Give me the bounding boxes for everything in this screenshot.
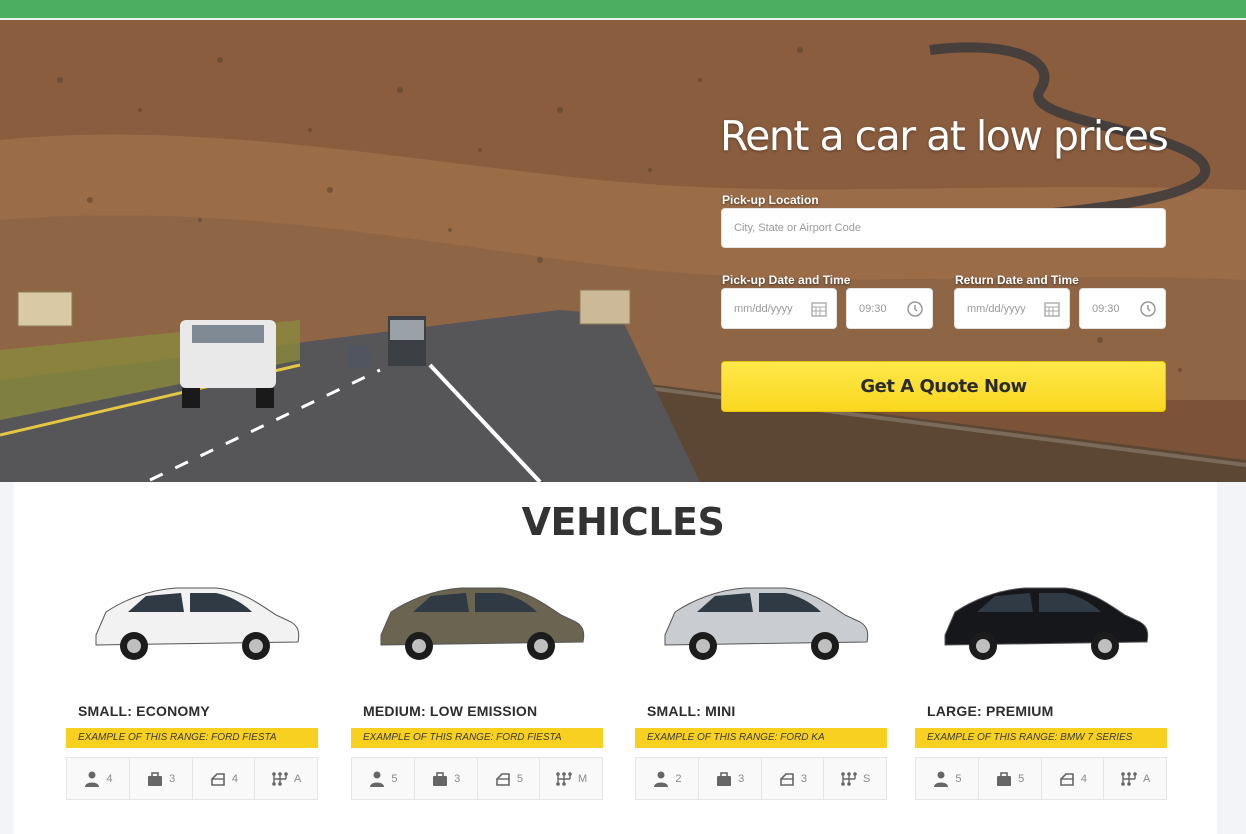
vehicle-card[interactable]: SMALL: ECONOMY EXAMPLE OF THIS RANGE: FOR… [66, 560, 318, 805]
calendar-icon[interactable] [810, 300, 828, 318]
spec-bags-value: 3 [738, 772, 745, 785]
pickup-location-input[interactable] [722, 209, 1165, 247]
spec-bags-value: 3 [169, 772, 176, 785]
spec-doors: 5 [478, 758, 541, 799]
spec-seats-value: 4 [106, 772, 113, 785]
vehicle-class-name: MEDIUM: LOW EMISSION [363, 703, 538, 719]
vehicle-card[interactable]: SMALL: MINI EXAMPLE OF THIS RANGE: FORD K… [635, 560, 887, 805]
spec-seats: 5 [916, 758, 979, 799]
spec-doors-value: 4 [1080, 772, 1087, 785]
vehicle-class-name: SMALL: ECONOMY [78, 703, 210, 719]
return-time-field[interactable] [1079, 288, 1166, 329]
vehicles-title: VEHICLES [521, 500, 725, 544]
spec-gearbox-value: A [293, 772, 302, 785]
hero-background-image [0, 20, 1246, 482]
pickup-datetime-label: Pick-up Date and Time [722, 273, 851, 287]
calendar-icon[interactable] [1043, 300, 1061, 318]
gearbox-icon [556, 771, 572, 786]
vehicle-specs: 4 3 4 A [66, 757, 318, 800]
spec-seats: 4 [67, 758, 130, 799]
vehicle-class-name: LARGE: PREMIUM [927, 703, 1054, 719]
spec-bags-value: 5 [1018, 772, 1025, 785]
vehicle-image[interactable] [66, 560, 318, 680]
vehicle-specs: 2 3 3 S [635, 757, 887, 800]
briefcase-icon [433, 771, 448, 786]
spec-seats-value: 2 [675, 772, 682, 785]
vehicle-range-example: EXAMPLE OF THIS RANGE: FORD KA [635, 728, 887, 748]
spec-gearbox: A [255, 758, 317, 799]
return-date-field[interactable] [954, 288, 1070, 329]
vehicle-image[interactable] [915, 560, 1167, 680]
person-icon [370, 771, 385, 787]
spec-seats-value: 5 [955, 772, 962, 785]
clock-icon[interactable] [906, 300, 924, 318]
clock-icon[interactable] [1139, 300, 1157, 318]
person-icon [654, 771, 669, 787]
spec-gearbox: S [824, 758, 886, 799]
pickup-time-field[interactable] [846, 288, 933, 329]
vehicle-range-example: EXAMPLE OF THIS RANGE: FORD FIESTA [351, 728, 603, 748]
spec-bags: 3 [415, 758, 478, 799]
briefcase-icon [148, 771, 163, 786]
vehicle-specs: 5 5 4 A [915, 757, 1167, 800]
vehicle-card[interactable]: MEDIUM: LOW EMISSION EXAMPLE OF THIS RANG… [351, 560, 603, 805]
car-door-icon [780, 772, 794, 786]
vehicle-image[interactable] [635, 560, 887, 680]
briefcase-icon [997, 771, 1012, 786]
hero-title: Rent a car at low prices [720, 112, 1169, 160]
pickup-date-field[interactable] [721, 288, 837, 329]
spec-doors-value: 4 [231, 772, 238, 785]
car-door-icon [211, 772, 225, 786]
vehicle-range-example: EXAMPLE OF THIS RANGE: FORD FIESTA [66, 728, 318, 748]
get-quote-button[interactable]: Get A Quote Now [721, 361, 1166, 412]
spec-gearbox-value: S [862, 772, 871, 785]
briefcase-icon [717, 771, 732, 786]
spec-doors: 4 [1042, 758, 1105, 799]
car-door-icon [1060, 772, 1074, 786]
spec-gearbox-value: A [1142, 772, 1151, 785]
vehicle-class-name: SMALL: MINI [647, 703, 736, 719]
car-door-icon [496, 772, 510, 786]
spec-gearbox: M [540, 758, 602, 799]
spec-bags-value: 3 [454, 772, 461, 785]
spec-bags: 3 [699, 758, 762, 799]
gearbox-icon [841, 771, 857, 786]
top-bar [0, 0, 1246, 20]
gearbox-icon [1121, 771, 1137, 786]
spec-seats: 2 [636, 758, 699, 799]
hero-banner: Rent a car at low prices [0, 20, 1246, 482]
return-datetime-label: Return Date and Time [955, 273, 1079, 287]
spec-gearbox-value: M [578, 772, 588, 785]
pickup-location-label: Pick-up Location [722, 193, 819, 207]
spec-bags: 5 [979, 758, 1042, 799]
spec-seats: 5 [352, 758, 415, 799]
spec-gearbox: A [1104, 758, 1166, 799]
vehicle-image[interactable] [351, 560, 603, 680]
spec-bags: 3 [130, 758, 193, 799]
pickup-location-field[interactable] [721, 208, 1166, 248]
spec-doors-value: 5 [516, 772, 523, 785]
person-icon [934, 771, 949, 787]
gearbox-icon [272, 771, 288, 786]
spec-seats-value: 5 [391, 772, 398, 785]
spec-doors-value: 3 [800, 772, 807, 785]
spec-doors: 4 [193, 758, 256, 799]
vehicle-range-example: EXAMPLE OF THIS RANGE: BMW 7 SERIES [915, 728, 1167, 748]
person-icon [85, 771, 100, 787]
vehicle-card[interactable]: LARGE: PREMIUM EXAMPLE OF THIS RANGE: BMW… [915, 560, 1167, 805]
spec-doors: 3 [762, 758, 825, 799]
vehicle-specs: 5 3 5 M [351, 757, 603, 800]
